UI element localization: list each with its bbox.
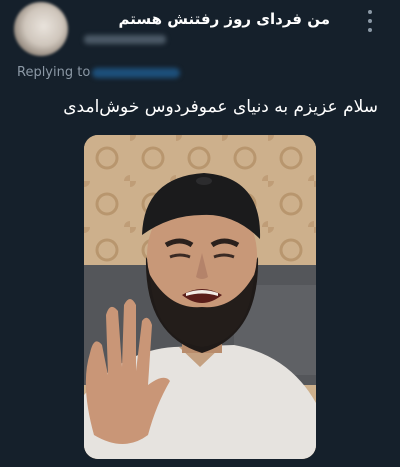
display-name[interactable]: من فردای روز رفتنش هستم [80, 10, 330, 28]
tweet-media-image[interactable] [84, 135, 316, 459]
avatar[interactable] [14, 2, 68, 56]
blurred-handle [84, 35, 166, 44]
replying-to-link[interactable] [92, 68, 180, 78]
man-photo-illustration [84, 135, 316, 459]
replying-to-label: Replying to [17, 65, 91, 80]
tweet-text: سلام عزیزم به دنیای عموفردوس خوش‌امدی [63, 97, 378, 117]
more-vertical-icon[interactable] [360, 8, 380, 34]
